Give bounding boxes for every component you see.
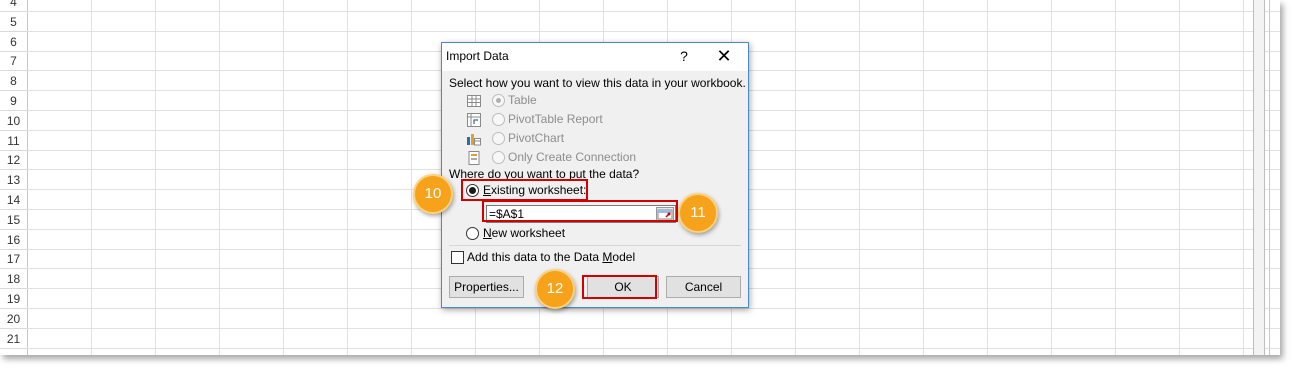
dialog-titlebar: Import Data ? ✕ [442,43,748,71]
column-gridline [923,0,924,355]
import-data-dialog: Import Data ? ✕ Select how you want to v… [441,42,749,308]
window-edge [1269,0,1272,355]
row-number[interactable]: 14 [0,190,27,210]
column-gridline [155,0,156,355]
new-worksheet-radio[interactable] [466,227,479,240]
row-number[interactable]: 16 [0,230,27,250]
row-header-divider [0,70,27,72]
table-icon [467,95,481,107]
row-header-divider [0,30,27,32]
connection-radio[interactable] [492,151,505,164]
column-gridline [1243,0,1244,355]
row-number[interactable]: 8 [0,71,27,91]
new-worksheet-label[interactable]: New worksheet [483,226,565,240]
row-header-divider [0,209,27,210]
column-gridline [1179,0,1180,355]
vertical-scrollbar[interactable] [1253,0,1265,355]
row-number[interactable]: 9 [0,91,27,111]
pivottable-radio[interactable] [492,113,505,126]
label-text: Add this data to the Data [467,250,603,264]
column-gridline [283,0,284,355]
row-header-divider [0,11,27,12]
connection-icon [468,151,480,165]
pivotchart-radio[interactable] [492,132,505,145]
dialog-title: Import Data [446,49,509,63]
row-number[interactable]: 13 [0,170,27,190]
highlight-existing-worksheet [461,179,588,201]
mnemonic: M [602,250,613,264]
column-gridline [347,0,348,355]
row-number[interactable]: 10 [0,111,27,131]
row-number[interactable]: 7 [0,51,27,71]
row-header-divider [0,110,27,111]
highlight-range-field [482,200,678,222]
row-number[interactable]: 6 [0,32,27,52]
pivotchart-icon [467,134,481,146]
column-gridline [219,0,220,355]
row-gridline [27,327,1280,329]
option-label: Table [508,93,537,107]
row-header-divider [0,347,27,349]
label-text: odel [612,250,636,264]
row-gridline [27,347,1280,349]
row-header-divider [0,248,27,250]
cancel-button[interactable]: Cancel [666,276,741,298]
row-number[interactable]: 19 [0,289,27,309]
row-header-divider [0,308,27,309]
callout-badge-12: 12 [535,269,575,309]
row-header-divider [0,288,27,290]
column-gridline [1051,0,1052,355]
row-number[interactable]: 5 [0,12,27,32]
row-header-divider [0,149,27,151]
column-gridline [1115,0,1116,355]
row-header-divider [0,169,27,171]
row-header-divider [0,327,27,329]
column-gridline [411,0,412,355]
row-header-divider [0,90,27,92]
column-gridline [859,0,860,355]
row-number[interactable]: 15 [0,210,27,230]
row-number[interactable]: 20 [0,309,27,329]
row-number[interactable]: 18 [0,269,27,289]
row-header-divider [0,129,27,131]
properties-button[interactable]: Properties... [449,276,524,298]
option-label: Only Create Connection [508,150,637,164]
data-model-label[interactable]: Add this data to the Data Model [467,250,635,264]
row-gridline [27,30,1280,32]
data-model-checkbox[interactable] [451,251,464,264]
close-button[interactable]: ✕ [714,46,734,66]
option-label: PivotChart [508,131,565,145]
row-header-divider [0,268,27,270]
row-number[interactable]: 11 [0,131,27,151]
column-gridline [795,0,796,355]
row-number[interactable]: 21 [0,329,27,349]
row-number[interactable]: 12 [0,150,27,170]
callout-badge-11: 11 [678,193,718,233]
row-header-divider [0,50,27,52]
row-header-column: 4 5 6 7 8 9 10 11 12 13 14 15 16 17 18 19 20 21 [0,0,28,355]
row-gridline [27,308,1280,309]
callout-badge-10: 10 [413,174,453,214]
column-gridline [987,0,988,355]
row-header-divider [0,228,27,230]
help-button[interactable]: ? [674,46,694,66]
pivottable-icon [467,113,481,127]
row-number[interactable]: 17 [0,249,27,269]
option-label: PivotTable Report [508,112,603,126]
table-radio[interactable] [492,94,505,107]
mnemonic: N [483,226,492,240]
divider [449,245,741,246]
row-header-divider [0,189,27,191]
highlight-ok-button [582,275,657,299]
row-gridline [27,11,1280,12]
column-gridline [91,0,92,355]
view-prompt: Select how you want to view this data in… [449,76,746,90]
label-text: ew worksheet [491,226,566,240]
